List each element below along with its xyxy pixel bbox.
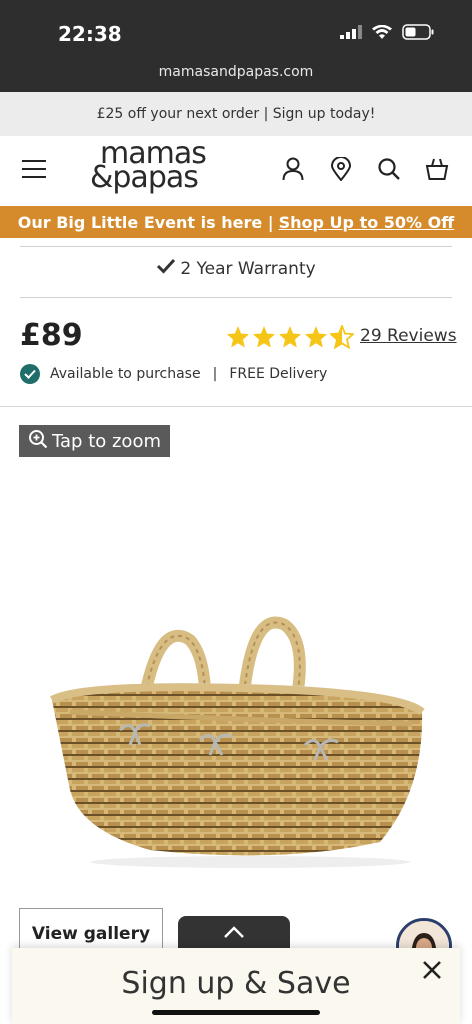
scroll-up-button[interactable] <box>178 916 290 952</box>
signup-title: Sign up & Save <box>121 966 351 1001</box>
warranty-row: 2 Year Warranty <box>0 258 472 279</box>
delivery-text: FREE Delivery <box>229 366 328 382</box>
availability-row: Available to purchase | FREE Delivery <box>20 364 327 384</box>
event-banner-link[interactable]: Shop Up to 50% Off <box>279 213 455 232</box>
promo-bar[interactable]: £25 off your next order | Sign up today! <box>0 92 472 136</box>
status-time: 22:38 <box>58 22 122 46</box>
status-bar: 22:38 mamasandpapas.com <box>0 0 472 92</box>
account-icon[interactable] <box>280 156 306 182</box>
battery-icon <box>402 24 434 45</box>
product-price: £89 <box>20 318 83 353</box>
star-icon <box>253 326 275 348</box>
search-icon[interactable] <box>376 156 402 182</box>
availability-separator: | <box>212 366 218 382</box>
logo-line2: &papas <box>90 160 199 195</box>
tap-to-zoom-button[interactable]: Tap to zoom <box>19 425 170 457</box>
zoom-in-icon <box>28 429 48 454</box>
site-header: mamas &papas <box>0 136 472 206</box>
star-icon <box>227 326 249 348</box>
brand-logo[interactable]: mamas &papas <box>90 139 207 195</box>
close-icon[interactable] <box>420 958 444 982</box>
reviews-link[interactable]: 29 Reviews <box>360 326 457 346</box>
checkmark-icon <box>156 258 176 279</box>
header-icons <box>280 156 450 182</box>
divider <box>20 297 452 298</box>
cellular-signal-icon <box>340 25 362 44</box>
moses-basket-image[interactable] <box>40 600 440 870</box>
star-icon <box>305 326 327 348</box>
zoom-label: Tap to zoom <box>52 430 161 452</box>
available-check-icon <box>20 364 40 384</box>
menu-icon[interactable] <box>22 160 48 180</box>
event-banner-text: Our Big Little Event is here | <box>17 212 274 232</box>
availability-text: Available to purchase <box>50 366 201 382</box>
basket-icon[interactable] <box>424 156 450 182</box>
store-locator-icon[interactable] <box>328 156 354 182</box>
divider <box>0 406 472 407</box>
rating-stars[interactable] <box>226 325 354 349</box>
url-address[interactable]: mamasandpapas.com <box>0 64 472 80</box>
chevron-up-icon <box>223 925 245 944</box>
status-icons <box>340 24 434 45</box>
half-star-icon <box>330 325 354 349</box>
warranty-text: 2 Year Warranty <box>180 258 316 279</box>
event-banner[interactable]: Our Big Little Event is here | Shop Up t… <box>0 206 472 238</box>
star-icon <box>279 326 301 348</box>
divider <box>20 246 452 247</box>
home-indicator[interactable] <box>152 1010 320 1015</box>
wifi-icon <box>372 24 392 45</box>
